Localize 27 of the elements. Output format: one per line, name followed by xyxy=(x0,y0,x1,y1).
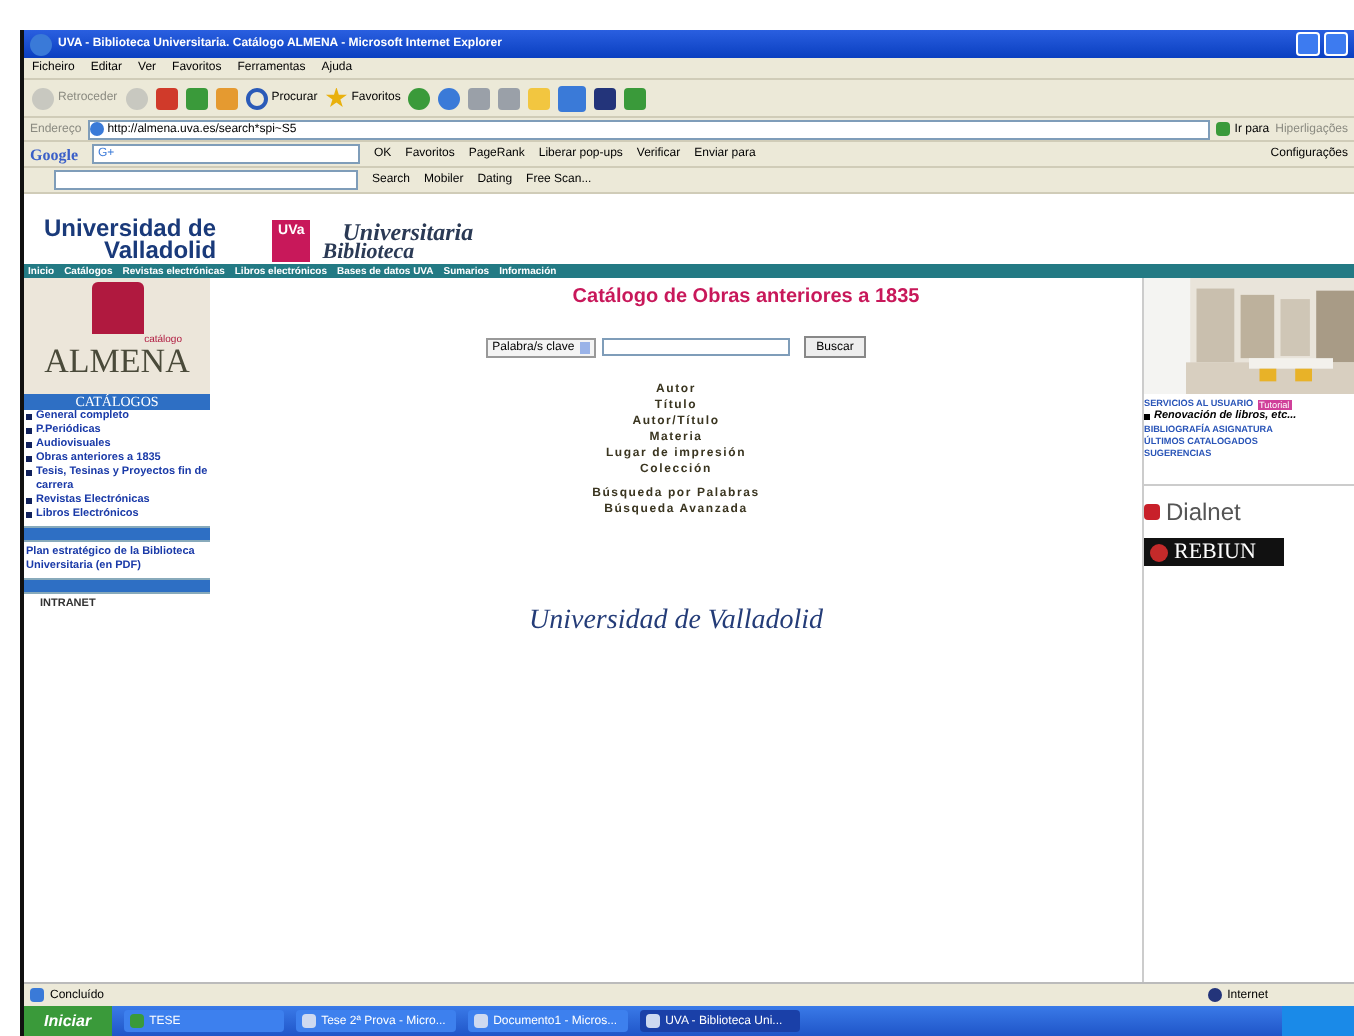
page-title: Catálogo de Obras anteriores a 1835 xyxy=(572,286,920,308)
dialnet-icon xyxy=(1144,504,1160,520)
search-field[interactable] xyxy=(54,170,358,190)
bullet-icon xyxy=(26,498,32,504)
maximize-button[interactable] xyxy=(1324,32,1348,56)
almena-logo: ALMENA xyxy=(44,346,190,378)
rebiun-logo-text: REBIUN xyxy=(1174,540,1256,564)
bullet-icon xyxy=(1144,414,1150,420)
search-field[interactable] xyxy=(602,338,791,356)
library-title: Biblioteca xyxy=(322,242,415,262)
bullet-icon xyxy=(26,442,32,448)
bullet-icon xyxy=(26,470,32,476)
rebiun-logo[interactable]: REBIUN xyxy=(1144,538,1284,566)
minimize-button[interactable] xyxy=(1296,32,1320,56)
google-logo: Google xyxy=(30,145,78,163)
university-name: Valladolid xyxy=(104,240,217,262)
university-name: Universidad de xyxy=(44,218,217,240)
dialnet-logo[interactable]: Dialnet xyxy=(1166,498,1241,526)
bullet-icon xyxy=(26,428,32,434)
signature-text: Universidad de Valladolid xyxy=(529,606,823,638)
library-title: Universitaria xyxy=(342,222,474,242)
circle-icon xyxy=(1150,543,1168,561)
bullet-icon xyxy=(26,414,32,420)
system-tray xyxy=(1282,1006,1354,1036)
start-button[interactable]: Iniciar xyxy=(24,1006,112,1036)
bullet-icon xyxy=(26,456,32,462)
bullet-icon xyxy=(26,512,32,518)
